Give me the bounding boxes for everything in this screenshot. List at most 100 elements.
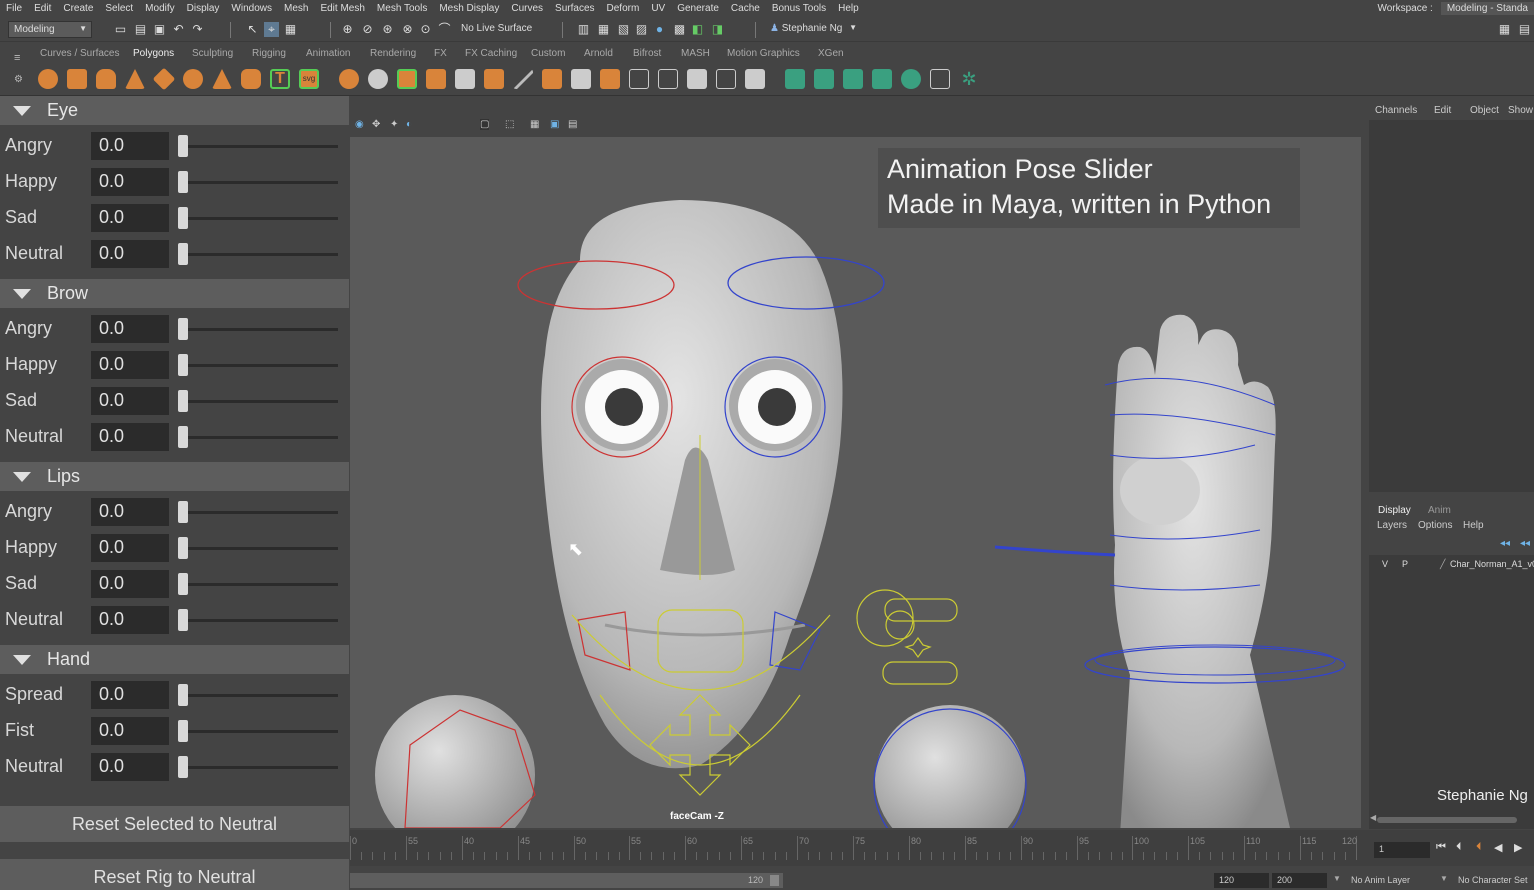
current-frame-field[interactable]: 1	[1374, 842, 1430, 858]
target-weld-icon[interactable]	[716, 69, 736, 89]
menu-item-mesh-tools[interactable]: Mesh Tools	[371, 3, 433, 14]
snap-curve-icon[interactable]: ⊘	[360, 22, 375, 37]
slider-track[interactable]	[180, 619, 338, 622]
menu-item-help[interactable]: Help	[832, 3, 865, 14]
poly-cone-icon[interactable]	[125, 69, 145, 89]
section-header-eye[interactable]: Eye	[0, 96, 349, 125]
separate-icon[interactable]	[368, 69, 388, 89]
insert-edge-loop-icon[interactable]	[658, 69, 678, 89]
new-layer-selected-icon[interactable]: ◂◂	[1520, 538, 1530, 549]
menu-item-uv[interactable]: UV	[645, 3, 671, 14]
layout-icon[interactable]: ▦	[1497, 22, 1512, 37]
slider-handle[interactable]	[178, 720, 188, 742]
slider-track[interactable]	[180, 400, 338, 403]
slider-value-field[interactable]: 0.0	[91, 570, 169, 598]
slider-handle[interactable]	[178, 171, 188, 193]
save-scene-icon[interactable]: ▣	[152, 22, 167, 37]
layer-scrollbar[interactable]	[1377, 817, 1517, 823]
slider-value-field[interactable]: 0.0	[91, 717, 169, 745]
shelf-tab-rendering[interactable]: Rendering	[370, 48, 416, 59]
slider-value-field[interactable]: 0.0	[91, 315, 169, 343]
shelf-tab-xgen[interactable]: XGen	[818, 48, 844, 59]
shelf-tab-fx[interactable]: FX	[434, 48, 447, 59]
channel-menu-edit[interactable]: Edit	[1434, 105, 1451, 116]
max-frame-field[interactable]: 200	[1272, 873, 1327, 888]
poly-prism-icon[interactable]	[212, 69, 232, 89]
shelf-tab-custom[interactable]: Custom	[531, 48, 565, 59]
slider-value-field[interactable]: 0.0	[91, 753, 169, 781]
combine-icon[interactable]	[339, 69, 359, 89]
slider-handle[interactable]	[178, 426, 188, 448]
planar-uv-icon[interactable]	[785, 69, 805, 89]
extrude-icon[interactable]	[484, 69, 504, 89]
live-surface-field[interactable]: No Live Surface	[456, 21, 536, 38]
magnet-icon[interactable]: ⌒	[437, 22, 452, 37]
menu-item-mesh-display[interactable]: Mesh Display	[433, 3, 505, 14]
channel-box[interactable]	[1369, 120, 1534, 492]
poly-plane-icon[interactable]	[152, 67, 176, 91]
slider-handle[interactable]	[178, 573, 188, 595]
shelf-tab-bifrost[interactable]: Bifrost	[633, 48, 661, 59]
channel-menu-show[interactable]: Show	[1508, 105, 1533, 116]
slider-track[interactable]	[180, 730, 338, 733]
slider-track[interactable]	[180, 766, 338, 769]
select-tool-icon[interactable]: ↖	[245, 22, 260, 37]
poly-sphere-icon[interactable]	[38, 69, 58, 89]
slider-value-field[interactable]: 0.0	[91, 204, 169, 232]
slider-handle[interactable]	[178, 135, 188, 157]
new-layer-icon[interactable]: ◂◂	[1500, 538, 1510, 549]
redo-icon[interactable]: ↷	[190, 22, 205, 37]
section-header-brow[interactable]: Brow	[0, 279, 349, 308]
shelf-tab-arnold[interactable]: Arnold	[584, 48, 613, 59]
menu-item-deform[interactable]: Deform	[601, 3, 646, 14]
open-scene-icon[interactable]: ▤	[133, 22, 148, 37]
viewport[interactable]: ◉ ✥ ✦ ◐ ▢ ⬚ ▦ ▣ ▤ Animation Pose Slider …	[350, 115, 1361, 828]
collapse-triangle-icon[interactable]	[13, 288, 31, 299]
slider-track[interactable]	[180, 511, 338, 514]
shelf-tab-motion-graphics[interactable]: Motion Graphics	[727, 48, 800, 59]
slider-track[interactable]	[180, 694, 338, 697]
render-sequence-icon[interactable]: ▦	[596, 22, 611, 37]
slider-value-field[interactable]: 0.0	[91, 534, 169, 562]
play-back-icon[interactable]: ◀	[1494, 841, 1502, 854]
mode-dropdown[interactable]: Modeling ▼	[8, 21, 92, 38]
slider-track[interactable]	[180, 217, 338, 220]
slider-handle[interactable]	[178, 354, 188, 376]
reset-selected-button[interactable]: Reset Selected to Neutral	[0, 806, 349, 842]
shelf-tab-rigging[interactable]: Rigging	[252, 48, 286, 59]
slider-track[interactable]	[180, 253, 338, 256]
snap-point-icon[interactable]: ⊛	[380, 22, 395, 37]
panel-toggle-icon[interactable]: ▤	[1517, 22, 1532, 37]
shelf-settings-icon[interactable]: ⚙	[14, 74, 23, 85]
menu-item-bonus-tools[interactable]: Bonus Tools	[766, 3, 832, 14]
shelf-menu-icon[interactable]: ≡	[14, 52, 20, 64]
menu-item-curves[interactable]: Curves	[505, 3, 549, 14]
collapse-icon[interactable]	[745, 69, 765, 89]
menu-item-generate[interactable]: Generate	[671, 3, 725, 14]
anim-layer-chevron-icon[interactable]: ▼	[1333, 874, 1341, 883]
paint-select-icon[interactable]: ▦	[283, 22, 298, 37]
layer-tab-display[interactable]: Display	[1378, 505, 1411, 516]
shelf-tab-polygons[interactable]: Polygons	[133, 48, 174, 59]
prev-key-icon[interactable]: ⏴	[1476, 841, 1482, 854]
bevel-icon[interactable]	[571, 69, 591, 89]
mirror-icon[interactable]	[455, 69, 475, 89]
scroll-left-icon[interactable]: ◀	[1370, 813, 1376, 822]
render-settings-icon[interactable]: ▨	[634, 22, 649, 37]
layer-playback-toggle[interactable]: P	[1402, 559, 1408, 569]
menu-item-cache[interactable]: Cache	[725, 3, 766, 14]
svg-icon[interactable]: svg	[299, 69, 319, 89]
poly-cube-icon[interactable]	[67, 69, 87, 89]
layer-row[interactable]: V P ╱ Char_Norman_A1_v0	[1372, 555, 1534, 573]
character-controls-icon[interactable]: ◨	[710, 22, 725, 37]
menu-item-surfaces[interactable]: Surfaces	[549, 3, 600, 14]
range-slider[interactable]: 120	[350, 873, 783, 888]
layer-tab-anim[interactable]: Anim	[1428, 505, 1451, 516]
anim-layer-dropdown[interactable]: No Anim Layer	[1351, 875, 1410, 885]
slider-track[interactable]	[180, 181, 338, 184]
shelf-tab-sculpting[interactable]: Sculpting	[192, 48, 233, 59]
user-account-dropdown[interactable]: ♟ Stephanie Ng ▼	[765, 21, 861, 38]
poly-cylinder-icon[interactable]	[96, 69, 116, 89]
append-icon[interactable]	[600, 69, 620, 89]
poly-torus-icon[interactable]	[183, 69, 203, 89]
